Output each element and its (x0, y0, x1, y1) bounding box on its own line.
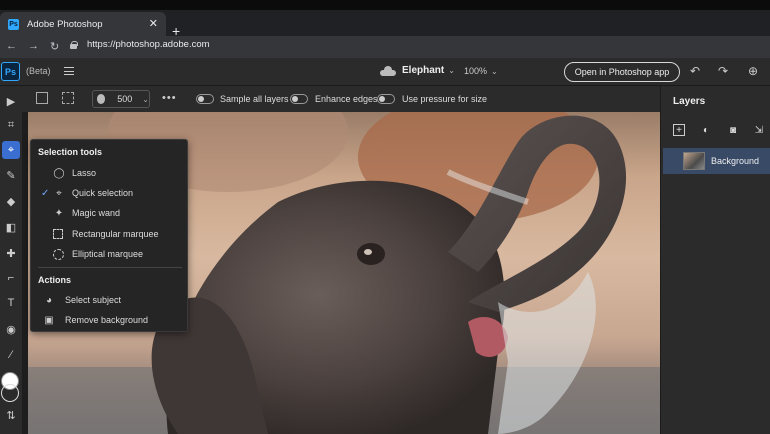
url-field[interactable]: https://photoshop.adobe.com (70, 39, 210, 50)
menu-item-label: Select subject (65, 295, 122, 305)
menu-item-label: Remove background (65, 315, 149, 325)
document-name-text: Elephant (402, 65, 445, 76)
document-name[interactable]: Elephant ⌄ (402, 65, 455, 76)
menu-item-remove-background[interactable]: ▣ Remove background (31, 310, 187, 330)
checkmark-icon: ✓ (41, 187, 50, 199)
add-layer-icon[interactable]: + (673, 124, 685, 136)
magic-wand-icon: ✦ (54, 207, 64, 219)
transform-tool-icon[interactable]: ⌗ (2, 116, 20, 134)
menu-item-label: Elliptical marquee (72, 249, 144, 259)
undo-icon[interactable]: ↶ (690, 64, 700, 78)
crop-tool-icon[interactable]: ⌐ (2, 269, 20, 287)
photoshop-favicon-icon: Ps (8, 18, 19, 30)
mask-icon[interactable]: ◙ (727, 124, 739, 136)
menu-item-lasso[interactable]: ◯ Lasso (31, 163, 187, 183)
close-tab-icon[interactable]: ✕ (149, 17, 158, 30)
brush-size-dropdown[interactable]: 500 ⌄ (92, 90, 150, 108)
subtract-selection-icon[interactable] (62, 92, 74, 104)
remove-background-icon: ▣ (44, 314, 54, 326)
photoshop-logo[interactable]: Ps (1, 62, 20, 81)
menu-item-elliptical-marquee[interactable]: Elliptical marquee (31, 244, 187, 264)
photoshop-web-window: Ps Adobe Photoshop ✕ + ← → ↻ https://pho… (0, 0, 770, 434)
sample-all-layers-label: Sample all layers (220, 94, 289, 104)
actions-heading: Actions (38, 275, 72, 285)
eraser-tool-icon[interactable]: ◆ (2, 192, 20, 210)
enhance-edges-label: Enhance edges (315, 94, 378, 104)
menu-icon[interactable] (64, 67, 74, 75)
beta-label: (Beta) (26, 66, 51, 76)
layers-panel-title: Layers (673, 96, 706, 107)
rectangular-marquee-icon (53, 229, 63, 239)
menu-item-rectangular-marquee[interactable]: Rectangular marquee (31, 224, 187, 244)
app-header: Ps (Beta) Elephant ⌄ 100% ⌄ Open in Photos… (0, 58, 770, 86)
browser-address-bar: ← → ↻ https://photoshop.adobe.com (0, 36, 770, 58)
chevron-down-icon: ⌄ (448, 66, 455, 75)
use-pressure-toggle[interactable] (377, 94, 395, 104)
menu-item-label: Lasso (72, 168, 97, 178)
layers-panel: Layers + ◐ ◙ ⇲ Background (660, 86, 770, 434)
use-pressure-label: Use pressure for size (402, 94, 488, 104)
layer-thumbnail (683, 152, 705, 170)
tab-title: Adobe Photoshop (27, 18, 103, 30)
share-icon[interactable]: ⊕ (748, 64, 758, 78)
menu-item-label: Quick selection (72, 188, 134, 198)
menu-item-label: Magic wand (72, 208, 121, 218)
shape-tool-icon[interactable]: ◉ (2, 320, 20, 338)
new-selection-icon[interactable] (36, 92, 48, 104)
menu-divider (38, 267, 182, 268)
layer-row[interactable]: Background (663, 148, 770, 174)
left-toolbar: ▶ ⌗ ⌖ ✎ ◆ ◧ ✚ ⌐ T ◉ ⁄ ⇅ (0, 86, 22, 434)
brush-tool-icon[interactable]: ✎ (2, 166, 20, 184)
healing-tool-icon[interactable]: ✚ (2, 244, 20, 262)
selection-tools-heading: Selection tools (38, 147, 103, 157)
zoom-text: 100% (464, 66, 488, 76)
browser-tab[interactable]: Ps Adobe Photoshop ✕ (0, 12, 166, 36)
eyedropper-tool-icon[interactable]: ⁄ (2, 346, 20, 364)
tool-options-bar: 500 ⌄ ••• Sample all layers Enhance edge… (22, 86, 660, 112)
forward-icon[interactable]: → (28, 40, 39, 52)
selection-tools-menu: Selection tools ◯ Lasso ✓ ⌖ Quick select… (30, 139, 188, 332)
redo-icon[interactable]: ↷ (718, 64, 728, 78)
reload-icon[interactable]: ↻ (50, 40, 59, 53)
enhance-edges-toggle[interactable] (290, 94, 308, 104)
browser-tab-strip: Ps Adobe Photoshop ✕ + (0, 10, 770, 38)
sample-all-layers-toggle[interactable] (196, 94, 214, 104)
brush-size-value: 500 (117, 94, 133, 104)
move-tool-icon[interactable]: ▶ (2, 92, 20, 110)
layer-name: Background (711, 156, 760, 166)
more-options-icon[interactable]: ••• (162, 92, 177, 104)
background-color-swatch[interactable] (1, 384, 19, 402)
type-tool-icon[interactable]: T (2, 294, 20, 312)
select-subject-icon: ◕ (45, 294, 53, 306)
screen-top-bar (0, 0, 770, 10)
brush-icon (97, 94, 106, 104)
swap-colors-icon[interactable]: ⇅ (2, 406, 20, 424)
place-image-icon[interactable]: ⇲ (753, 124, 765, 136)
quick-selection-tool-icon[interactable]: ⌖ (2, 141, 20, 159)
elliptical-marquee-icon (53, 248, 64, 260)
chevron-down-icon: ⌄ (491, 67, 498, 76)
menu-item-select-subject[interactable]: ◕ Select subject (31, 290, 187, 310)
menu-item-label: Rectangular marquee (72, 229, 159, 239)
paint-bucket-tool-icon[interactable]: ◧ (2, 218, 20, 236)
adjustment-layer-icon[interactable]: ◐ (700, 124, 712, 136)
menu-item-quick-selection[interactable]: ✓ ⌖ Quick selection (31, 183, 187, 203)
chevron-down-icon: ⌄ (142, 94, 149, 104)
menu-item-magic-wand[interactable]: ✦ Magic wand (31, 203, 187, 223)
lasso-icon: ◯ (53, 167, 65, 179)
back-icon[interactable]: ← (6, 40, 17, 52)
open-in-photoshop-button[interactable]: Open in Photoshop app (564, 62, 680, 82)
lock-icon (70, 40, 78, 49)
url-text: https://photoshop.adobe.com (87, 39, 210, 50)
cloud-icon (380, 66, 396, 76)
zoom-level[interactable]: 100% ⌄ (464, 66, 498, 76)
quick-selection-icon: ⌖ (56, 187, 62, 199)
